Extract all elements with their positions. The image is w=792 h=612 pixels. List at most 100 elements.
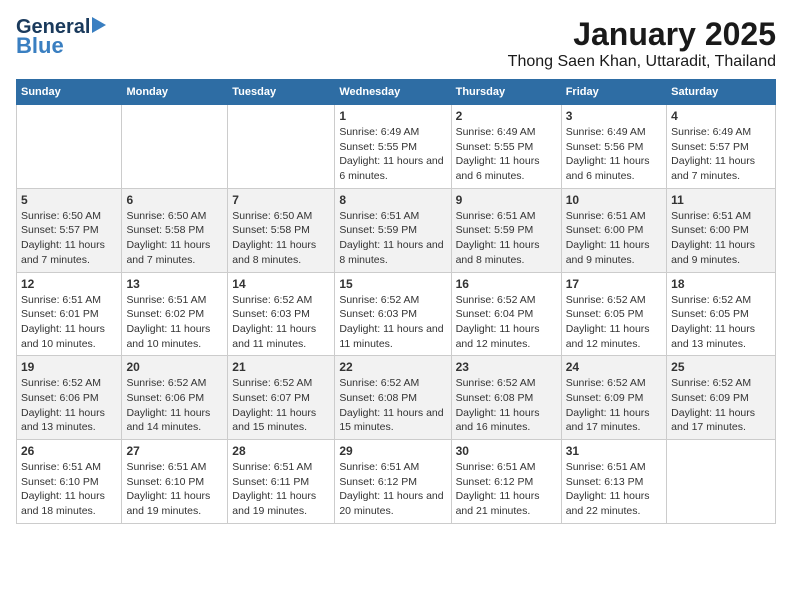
calendar-cell: 26 Sunrise: 6:51 AM Sunset: 6:10 PM Dayli…	[17, 440, 122, 524]
calendar-cell: 27 Sunrise: 6:51 AM Sunset: 6:10 PM Dayli…	[122, 440, 228, 524]
calendar-cell: 16Sunrise: 6:52 AM Sunset: 6:04 PM Dayli…	[451, 272, 561, 356]
calendar-cell	[667, 440, 776, 524]
logo: General Blue	[16, 16, 106, 58]
day-info: Sunrise: 6:51 AM Sunset: 5:59 PM Dayligh…	[339, 209, 446, 268]
calendar-cell: 13 Sunrise: 6:51 AM Sunset: 6:02 PM Dayli…	[122, 272, 228, 356]
day-info: Sunrise: 6:51 AM Sunset: 6:13 PM Dayligh…	[566, 460, 662, 519]
title-block: January 2025 Thong Saen Khan, Uttaradit,…	[508, 16, 776, 71]
calendar-cell: 18Sunrise: 6:52 AM Sunset: 6:05 PM Dayli…	[667, 272, 776, 356]
day-info: Sunrise: 6:52 AM Sunset: 6:06 PM Dayligh…	[126, 376, 223, 435]
calendar-week-row: 1 Sunrise: 6:49 AM Sunset: 5:55 PM Daylig…	[17, 105, 776, 189]
day-number: 1	[339, 109, 446, 123]
day-info: Sunrise: 6:50 AM Sunset: 5:58 PM Dayligh…	[126, 209, 223, 268]
day-info: Sunrise: 6:52 AM Sunset: 6:04 PM Dayligh…	[456, 293, 557, 352]
weekday-header-row: SundayMondayTuesdayWednesdayThursdayFrid…	[17, 80, 776, 105]
calendar-cell: 5 Sunrise: 6:50 AM Sunset: 5:57 PM Daylig…	[17, 188, 122, 272]
page-header: General Blue January 2025 Thong Saen Kha…	[16, 16, 776, 71]
calendar-cell	[122, 105, 228, 189]
day-number: 10	[566, 193, 662, 207]
weekday-header: Saturday	[667, 80, 776, 105]
day-info: Sunrise: 6:52 AM Sunset: 6:08 PM Dayligh…	[456, 376, 557, 435]
calendar-cell: 31 Sunrise: 6:51 AM Sunset: 6:13 PM Dayli…	[561, 440, 666, 524]
calendar-cell: 2 Sunrise: 6:49 AM Sunset: 5:55 PM Daylig…	[451, 105, 561, 189]
day-number: 28	[232, 444, 330, 458]
day-number: 30	[456, 444, 557, 458]
weekday-header: Wednesday	[335, 80, 451, 105]
day-info: Sunrise: 6:50 AM Sunset: 5:57 PM Dayligh…	[21, 209, 117, 268]
day-number: 6	[126, 193, 223, 207]
day-number: 7	[232, 193, 330, 207]
day-number: 8	[339, 193, 446, 207]
calendar-cell: 17 Sunrise: 6:52 AM Sunset: 6:05 PM Dayli…	[561, 272, 666, 356]
day-info: Sunrise: 6:52 AM Sunset: 6:05 PM Dayligh…	[671, 293, 771, 352]
calendar-cell: 28 Sunrise: 6:51 AM Sunset: 6:11 PM Dayli…	[228, 440, 335, 524]
calendar-cell	[17, 105, 122, 189]
day-info: Sunrise: 6:52 AM Sunset: 6:03 PM Dayligh…	[232, 293, 330, 352]
day-number: 27	[126, 444, 223, 458]
day-info: Sunrise: 6:51 AM Sunset: 6:10 PM Dayligh…	[21, 460, 117, 519]
day-info: Sunrise: 6:51 AM Sunset: 6:12 PM Dayligh…	[456, 460, 557, 519]
day-info: Sunrise: 6:51 AM Sunset: 6:00 PM Dayligh…	[671, 209, 771, 268]
day-info: Sunrise: 6:51 AM Sunset: 6:12 PM Dayligh…	[339, 460, 446, 519]
weekday-header: Sunday	[17, 80, 122, 105]
day-number: 23	[456, 360, 557, 374]
calendar-cell: 10Sunrise: 6:51 AM Sunset: 6:00 PM Dayli…	[561, 188, 666, 272]
day-number: 9	[456, 193, 557, 207]
day-info: Sunrise: 6:52 AM Sunset: 6:07 PM Dayligh…	[232, 376, 330, 435]
day-info: Sunrise: 6:49 AM Sunset: 5:55 PM Dayligh…	[456, 125, 557, 184]
day-info: Sunrise: 6:49 AM Sunset: 5:56 PM Dayligh…	[566, 125, 662, 184]
day-number: 15	[339, 277, 446, 291]
day-info: Sunrise: 6:51 AM Sunset: 6:01 PM Dayligh…	[21, 293, 117, 352]
calendar-cell: 11 Sunrise: 6:51 AM Sunset: 6:00 PM Dayli…	[667, 188, 776, 272]
day-info: Sunrise: 6:51 AM Sunset: 6:02 PM Dayligh…	[126, 293, 223, 352]
day-number: 13	[126, 277, 223, 291]
day-number: 20	[126, 360, 223, 374]
day-info: Sunrise: 6:51 AM Sunset: 5:59 PM Dayligh…	[456, 209, 557, 268]
day-number: 4	[671, 109, 771, 123]
day-number: 17	[566, 277, 662, 291]
day-info: Sunrise: 6:50 AM Sunset: 5:58 PM Dayligh…	[232, 209, 330, 268]
weekday-header: Monday	[122, 80, 228, 105]
calendar-cell: 9 Sunrise: 6:51 AM Sunset: 5:59 PM Daylig…	[451, 188, 561, 272]
calendar-cell: 23 Sunrise: 6:52 AM Sunset: 6:08 PM Dayli…	[451, 356, 561, 440]
calendar-week-row: 19 Sunrise: 6:52 AM Sunset: 6:06 PM Dayli…	[17, 356, 776, 440]
day-number: 5	[21, 193, 117, 207]
day-number: 24	[566, 360, 662, 374]
day-info: Sunrise: 6:52 AM Sunset: 6:03 PM Dayligh…	[339, 293, 446, 352]
calendar-cell: 21 Sunrise: 6:52 AM Sunset: 6:07 PM Dayli…	[228, 356, 335, 440]
day-number: 29	[339, 444, 446, 458]
logo-arrow-icon	[92, 17, 106, 33]
calendar-cell: 24 Sunrise: 6:52 AM Sunset: 6:09 PM Dayli…	[561, 356, 666, 440]
day-info: Sunrise: 6:52 AM Sunset: 6:09 PM Dayligh…	[671, 376, 771, 435]
calendar-week-row: 12Sunrise: 6:51 AM Sunset: 6:01 PM Dayli…	[17, 272, 776, 356]
day-number: 11	[671, 193, 771, 207]
calendar-cell: 25Sunrise: 6:52 AM Sunset: 6:09 PM Dayli…	[667, 356, 776, 440]
day-info: Sunrise: 6:51 AM Sunset: 6:11 PM Dayligh…	[232, 460, 330, 519]
day-number: 2	[456, 109, 557, 123]
day-number: 21	[232, 360, 330, 374]
day-number: 3	[566, 109, 662, 123]
day-number: 31	[566, 444, 662, 458]
day-info: Sunrise: 6:52 AM Sunset: 6:05 PM Dayligh…	[566, 293, 662, 352]
day-info: Sunrise: 6:49 AM Sunset: 5:55 PM Dayligh…	[339, 125, 446, 184]
weekday-header: Tuesday	[228, 80, 335, 105]
day-number: 19	[21, 360, 117, 374]
page-title: January 2025	[508, 16, 776, 53]
calendar-week-row: 26 Sunrise: 6:51 AM Sunset: 6:10 PM Dayli…	[17, 440, 776, 524]
calendar-cell: 30 Sunrise: 6:51 AM Sunset: 6:12 PM Dayli…	[451, 440, 561, 524]
day-info: Sunrise: 6:51 AM Sunset: 6:10 PM Dayligh…	[126, 460, 223, 519]
day-info: Sunrise: 6:52 AM Sunset: 6:08 PM Dayligh…	[339, 376, 446, 435]
calendar-cell: 7 Sunrise: 6:50 AM Sunset: 5:58 PM Daylig…	[228, 188, 335, 272]
calendar-cell: 4Sunrise: 6:49 AM Sunset: 5:57 PM Daylig…	[667, 105, 776, 189]
weekday-header: Friday	[561, 80, 666, 105]
calendar-table: SundayMondayTuesdayWednesdayThursdayFrid…	[16, 79, 776, 524]
calendar-cell: 20 Sunrise: 6:52 AM Sunset: 6:06 PM Dayli…	[122, 356, 228, 440]
calendar-cell: 6 Sunrise: 6:50 AM Sunset: 5:58 PM Daylig…	[122, 188, 228, 272]
day-number: 26	[21, 444, 117, 458]
calendar-week-row: 5 Sunrise: 6:50 AM Sunset: 5:57 PM Daylig…	[17, 188, 776, 272]
calendar-cell	[228, 105, 335, 189]
calendar-cell: 3 Sunrise: 6:49 AM Sunset: 5:56 PM Daylig…	[561, 105, 666, 189]
calendar-cell: 22Sunrise: 6:52 AM Sunset: 6:08 PM Dayli…	[335, 356, 451, 440]
day-info: Sunrise: 6:52 AM Sunset: 6:06 PM Dayligh…	[21, 376, 117, 435]
day-info: Sunrise: 6:52 AM Sunset: 6:09 PM Dayligh…	[566, 376, 662, 435]
